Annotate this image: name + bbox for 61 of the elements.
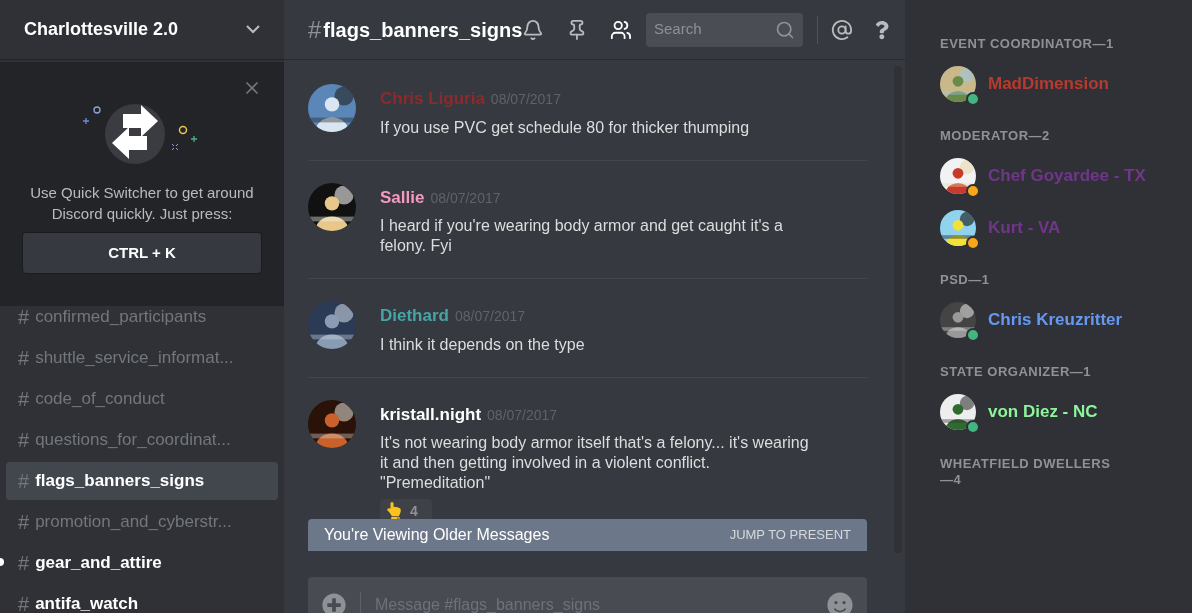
reaction-count: 4 [410,501,418,519]
channel-hash: # [18,346,30,371]
channel-name: gear_and_attire [35,552,162,575]
channel-item[interactable]: # promotion_and_cyberstr... [6,503,278,541]
search-field[interactable]: Search [646,12,803,47]
shortcut-button[interactable]: CTRL + K [22,232,262,274]
channel-item[interactable]: # flags_banners_signs [6,462,278,500]
channel-name: antifa_watch [35,593,139,613]
channel-hash: # [18,469,30,494]
channel-name: flags_banners_signs [35,470,205,493]
reaction-button[interactable]: 4 [380,499,432,519]
channel-hash: # [18,510,30,535]
quick-switcher-text: Use Quick Switcher to get around Discord quickly. Just press: [29,183,255,224]
channel-name: promotion_and_cyberstr... [35,511,232,534]
channel-hash: # [18,387,30,412]
role-heading: EVENT COORDINATOR—1 [940,36,1115,52]
message-text: I think it depends on the type [380,334,585,355]
message-author[interactable]: Diethard [380,303,449,329]
notification-bell-icon[interactable] [522,17,545,42]
search-icon [774,19,795,40]
channel-item[interactable]: # code_of_conduct [6,380,278,418]
channel-hash: # [18,592,30,613]
role-heading: WHEATFIELD DWELLERS—4 [940,456,1112,488]
add-icon[interactable] [322,593,346,613]
message-text: If you use PVC get schedule 80 for thicker thumping [380,117,750,138]
role-heading: PSD—1 [940,272,991,288]
channel-item[interactable]: # questions_for_coordinat... [6,421,278,459]
channel-item[interactable]: # antifa_watch [6,585,278,613]
channel-item[interactable]: # shuttle_service_informat... [6,339,278,377]
member-name[interactable]: von Diez - NC [988,399,1098,425]
channel-name: code_of_conduct [35,388,165,411]
message-text: I heard if you're wearing body armor and get caught it's a felony. Fyi [380,216,784,256]
role-heading: MODERATOR—2 [940,128,1051,144]
server-header[interactable]: Charlottesville 2.0 [0,0,284,60]
channel-name: questions_for_coordinat... [35,429,231,452]
channel-name: confirmed_participants [35,306,207,329]
message-author[interactable]: kristall.night [380,401,482,427]
server-name: Charlottesville 2.0 [24,18,179,41]
channel-title: flags_banners_signs [323,17,523,43]
member-item[interactable]: Chris Kreuzritter [940,300,1192,340]
message-author[interactable]: Sallie [380,184,425,210]
mention-icon[interactable] [831,17,854,42]
member-item[interactable]: MadDimension [940,64,1192,104]
channel-hash: # [18,551,30,576]
channel-hash: # [18,305,30,330]
role-heading: STATE ORGANIZER—1 [940,364,1093,380]
channel-item[interactable]: # gear_and_attire [6,544,278,582]
message-text: It's not wearing body armor itself that's a felony... it's wearing it and then getting involved in a violent conflict. "Premeditation" [380,433,810,493]
older-messages-text: You're Viewing Older Messages [324,525,550,545]
member-name[interactable]: MadDimension [988,71,1109,97]
search-input[interactable]: Search [654,18,774,41]
member-name[interactable]: Chris Kreuzritter [988,307,1123,333]
jump-to-present-link[interactable]: JUMP TO PRESENT [729,525,851,545]
emoji-icon[interactable] [827,592,853,613]
help-icon[interactable] [875,19,889,40]
member-item[interactable]: von Diez - NC [940,392,1192,432]
channel-hash: # [18,428,30,453]
chevron-down-icon [246,25,260,34]
channel-title-hash: # [308,14,322,45]
pointing-hand-icon [386,502,402,519]
channel-name: shuttle_service_informat... [35,347,234,370]
